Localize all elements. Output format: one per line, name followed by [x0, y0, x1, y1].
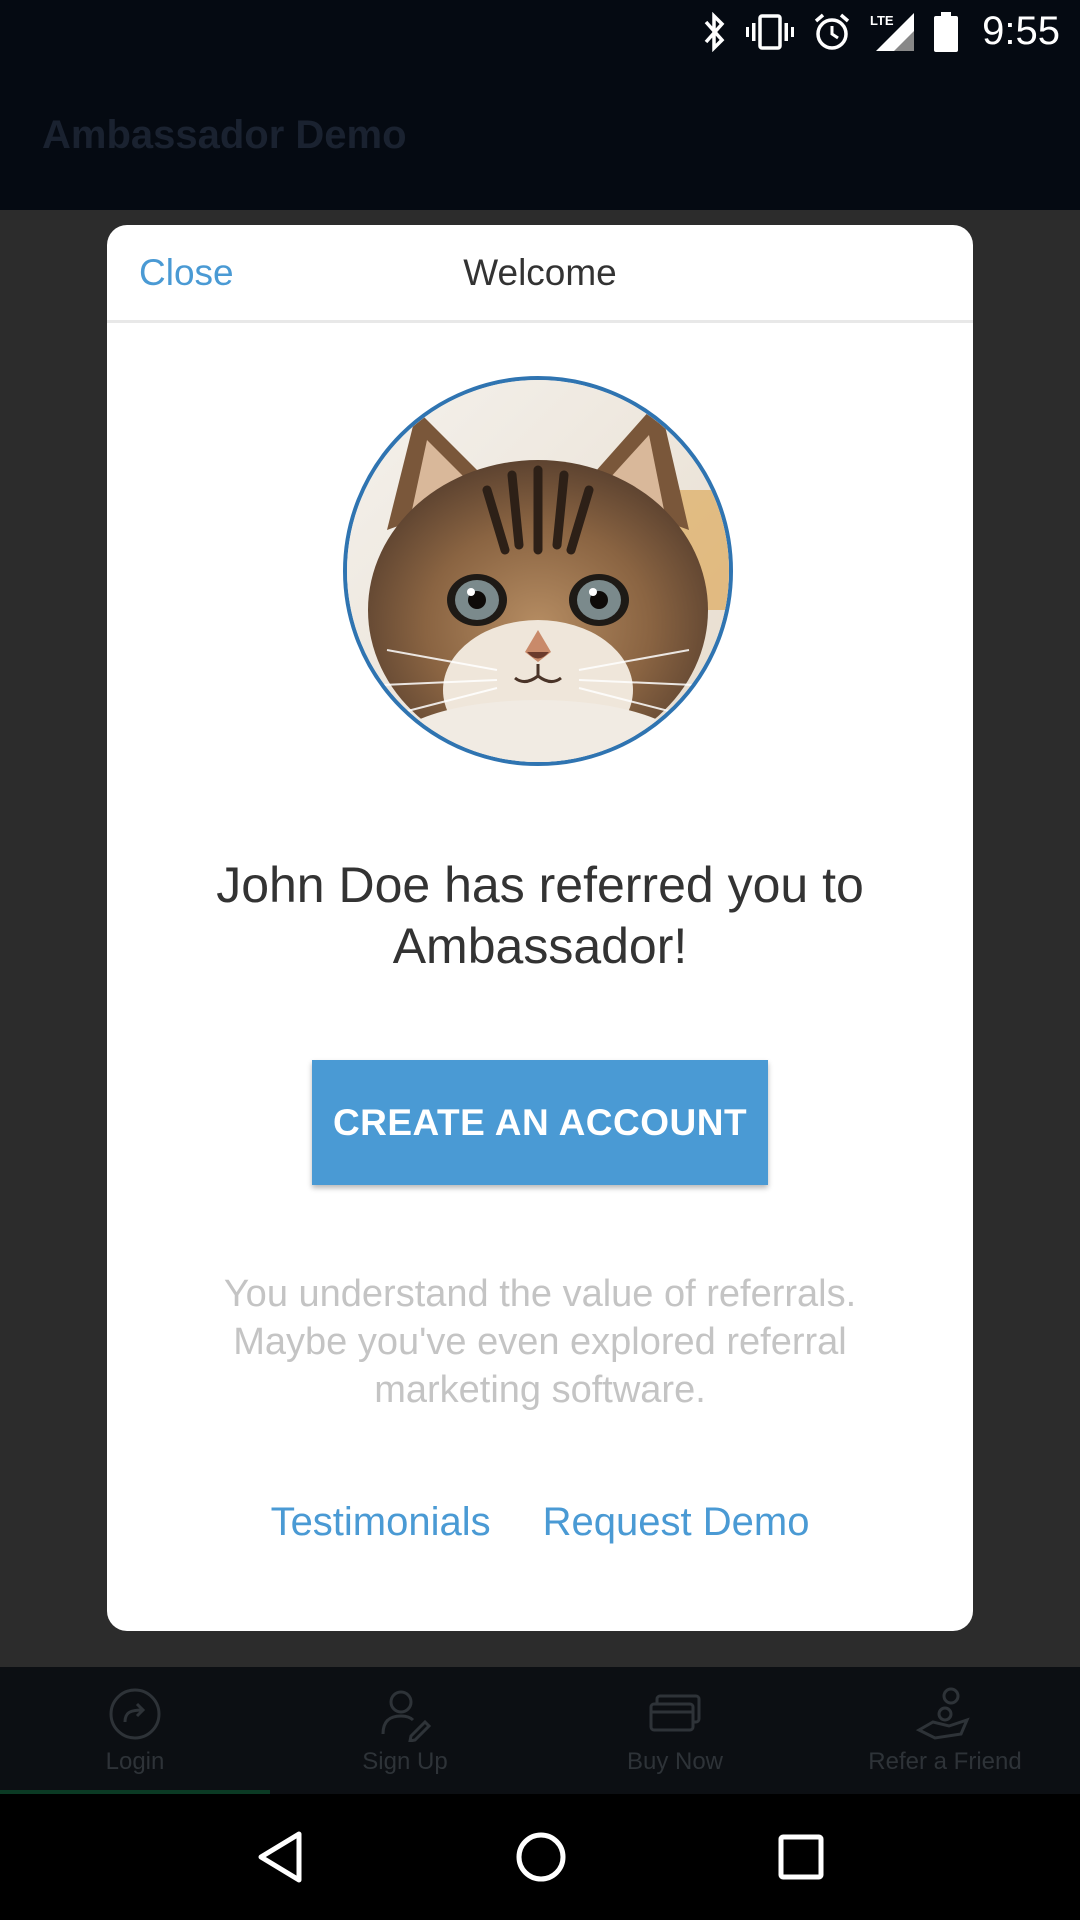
- home-icon[interactable]: [514, 1830, 568, 1884]
- sign-up-icon: [381, 1690, 432, 1742]
- dialog-title: Welcome: [463, 252, 617, 293]
- tab-label: Login: [105, 1747, 165, 1775]
- status-time: 9:55: [982, 9, 1060, 53]
- footer-links: Testimonials Request Demo: [107, 1500, 973, 1545]
- refer-icon: [915, 1687, 970, 1740]
- referral-message: John Doe has referred you to Ambassador!: [216, 857, 864, 974]
- tab-buy-now[interactable]: Buy Now: [540, 1667, 810, 1794]
- dialog-header: Close Welcome: [107, 225, 973, 323]
- description-text: You understand the value of referrals. M…: [223, 1273, 857, 1411]
- welcome-dialog: Close Welcome John Doe has referred you …: [107, 225, 973, 1631]
- create-account-button[interactable]: CREATE AN ACCOUNT: [312, 1060, 768, 1185]
- tab-label: Buy Now: [626, 1747, 724, 1775]
- testimonials-link[interactable]: Testimonials: [271, 1500, 491, 1545]
- tab-label: Sign Up: [362, 1747, 448, 1775]
- avatar: [343, 376, 733, 766]
- status-bar: LTE 9:55: [0, 0, 1080, 63]
- bottom-tab-bar: Login Sign Up Buy Now Refer a Friend: [0, 1667, 1080, 1794]
- tab-sign-up[interactable]: Sign Up: [270, 1667, 540, 1794]
- app-bar: Ambassador Demo: [0, 63, 1080, 210]
- battery-icon: [934, 11, 959, 52]
- svg-text:LTE: LTE: [870, 13, 894, 28]
- vibrate-icon: [746, 13, 795, 50]
- login-icon: [109, 1688, 161, 1739]
- back-icon[interactable]: [255, 1830, 305, 1884]
- tab-refer-a-friend[interactable]: Refer a Friend: [810, 1667, 1080, 1794]
- request-demo-link[interactable]: Request Demo: [543, 1500, 810, 1545]
- alarm-icon: [815, 13, 850, 50]
- tab-login[interactable]: Login: [0, 1667, 270, 1794]
- lte-signal-icon: LTE: [870, 12, 915, 51]
- credit-card-icon: [649, 1694, 701, 1731]
- kitten-photo: [347, 380, 729, 762]
- bluetooth-icon: [704, 11, 725, 52]
- recents-icon[interactable]: [777, 1833, 825, 1881]
- system-nav-bar: [0, 1794, 1080, 1920]
- app-title: Ambassador Demo: [42, 113, 407, 157]
- tab-label: Refer a Friend: [868, 1747, 1022, 1775]
